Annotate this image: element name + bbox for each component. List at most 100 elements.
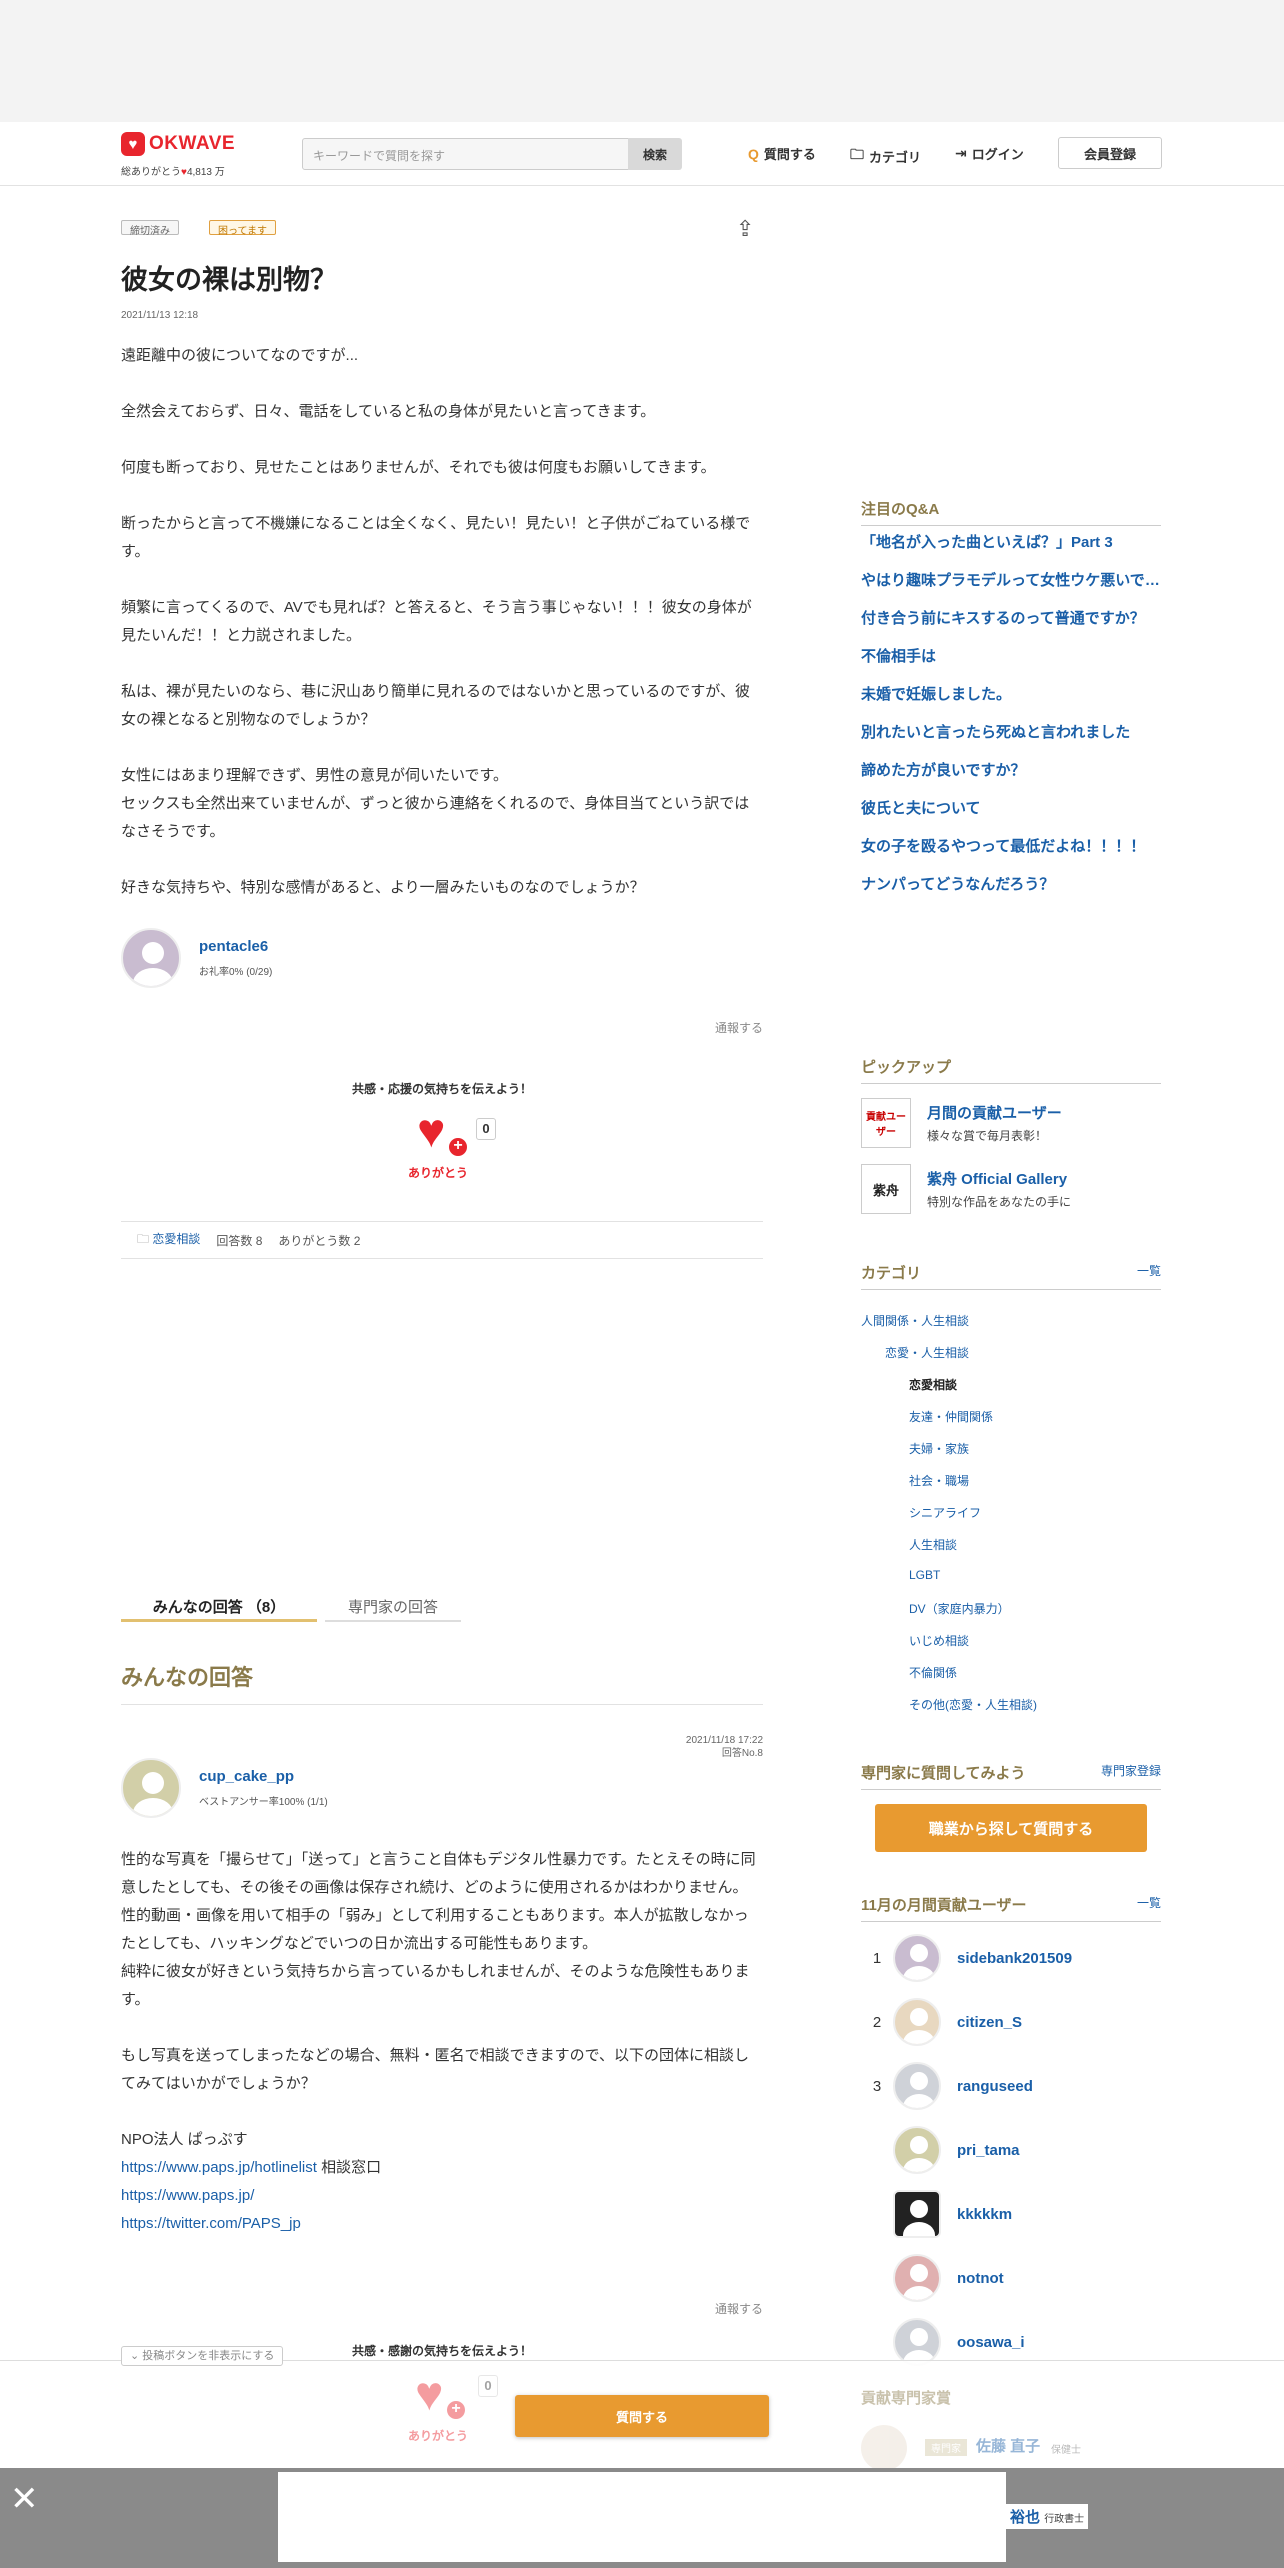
avatar[interactable] xyxy=(893,1998,941,2046)
qa-item[interactable]: 女の子を殴るやつって最低だよね！！！！ xyxy=(861,835,1161,873)
category-title: カテゴリ 一覧 xyxy=(861,1262,1161,1290)
qa-item[interactable]: 「地名が入った曲といえば？」Part 3 xyxy=(861,531,1161,569)
nav-login[interactable]: ⇥ ログイン xyxy=(955,144,1024,163)
avatar[interactable] xyxy=(121,1758,181,1818)
pickup-title: ピックアップ xyxy=(861,1056,1161,1084)
category-item[interactable]: いじめ相談 xyxy=(909,1632,969,1649)
expert2-name[interactable]: 裕也 xyxy=(1010,2509,1040,2526)
nav-login-label: ログイン xyxy=(971,147,1024,162)
ranking-item[interactable]: 3 ranguseed xyxy=(861,2062,1161,2110)
category-item[interactable]: 恋愛・人生相談 xyxy=(885,1344,969,1361)
search-button[interactable]: 検索 xyxy=(628,138,682,170)
rank-name[interactable]: sidebank201509 xyxy=(957,1950,1072,1967)
avatar[interactable] xyxy=(861,2425,907,2471)
pickup-title[interactable]: 月間の貢献ユーザー xyxy=(927,1102,1062,1123)
register-button[interactable]: 会員登録 xyxy=(1058,137,1162,169)
thanks-count: 0 xyxy=(476,1118,496,1140)
question-title: 彼女の裸は別物？ xyxy=(121,265,337,295)
qa-item[interactable]: 未婚で妊娠しました。 xyxy=(861,683,1161,721)
category-item[interactable]: 社会・職場 xyxy=(909,1472,969,1489)
pickup-item[interactable]: 貢献ユーザー 月間の貢献ユーザー 様々な賞で毎月表彰！ xyxy=(861,1098,1161,1148)
avatar[interactable] xyxy=(893,1934,941,1982)
ranking-item[interactable]: notnot xyxy=(861,2254,1161,2302)
category-item[interactable]: LGBT xyxy=(909,1568,940,1582)
thanks-button[interactable]: ♥ + xyxy=(415,2371,467,2421)
ranking-item[interactable]: 2 citizen_S xyxy=(861,1998,1161,2046)
thanks-count: 0 xyxy=(478,2375,498,2397)
find-expert-button[interactable]: 職業から探して質問する xyxy=(875,1804,1147,1852)
pickup-title[interactable]: 紫舟 Official Gallery xyxy=(927,1168,1071,1189)
qa-item[interactable]: 彼氏と夫について xyxy=(861,797,1161,835)
hotline-link[interactable]: https://www.paps.jp/hotlinelist xyxy=(121,2159,317,2176)
thanks-button[interactable]: ♥ + xyxy=(417,1108,469,1158)
avatar[interactable] xyxy=(893,2190,941,2238)
tab-experts[interactable]: 専門家の回答 xyxy=(325,1594,461,1622)
hide-post-button[interactable]: ⌄ 投稿ボタンを非表示にする xyxy=(121,2346,284,2366)
thanks-total: ありがとう数 2 xyxy=(278,1233,361,1248)
category-item[interactable]: シニアライフ xyxy=(909,1504,981,1521)
ranking-more-link[interactable]: 一覧 xyxy=(1137,1894,1161,1911)
rank-name[interactable]: oosawa_i xyxy=(957,2334,1025,2351)
thanks-tagline: 総ありがとう♥4,813 万 xyxy=(121,163,225,178)
answer-date: 2021/11/18 17:22 xyxy=(685,1735,763,1746)
question-paragraph: 断ったからと言って不機嫌になることは全くなく、見たい！見たい！と子供がごねている… xyxy=(121,515,751,560)
rank-name[interactable]: notnot xyxy=(957,2270,1004,2287)
ad-slot[interactable] xyxy=(278,2472,1006,2562)
ranking-item[interactable]: pri_tama xyxy=(861,2126,1161,2174)
pickup-item[interactable]: 紫舟 紫舟 Official Gallery 特別な作品をあなたの手に xyxy=(861,1164,1161,1214)
author-name[interactable]: pentacle6 xyxy=(199,938,272,955)
avatar[interactable] xyxy=(893,2062,941,2110)
expert-register-link[interactable]: 専門家登録 xyxy=(1101,1762,1161,1779)
ranking-title-label: 11月の月間貢献ユーザー xyxy=(861,1897,1027,1914)
ask-question-button[interactable]: 質問する xyxy=(515,2395,769,2437)
category-item[interactable]: DV（家庭内暴力） xyxy=(909,1600,1010,1617)
paps-link[interactable]: https://www.paps.jp/ xyxy=(121,2187,254,2204)
category-link[interactable]: 🗀 恋愛相談 xyxy=(137,1230,200,1251)
category-item[interactable]: 人間関係・人生相談 xyxy=(861,1312,969,1329)
ranking-item[interactable]: 1 sidebank201509 xyxy=(861,1934,1161,1982)
avatar[interactable] xyxy=(893,2126,941,2174)
search-input[interactable]: キーワードで質問を探す xyxy=(302,138,632,170)
share-icon[interactable]: ⇪ xyxy=(736,216,754,242)
question-paragraph: 好きな気持ちや、特別な感情があると、より一層みたいものなのでしょうか？ xyxy=(121,879,645,896)
expert-name[interactable]: 裕也 行政書士 xyxy=(1006,2504,1089,2529)
twitter-link[interactable]: https://twitter.com/PAPS_jp xyxy=(121,2215,301,2232)
ranking-item[interactable]: kkkkkm xyxy=(861,2190,1161,2238)
category-more-link[interactable]: 一覧 xyxy=(1137,1262,1161,1279)
category-link-label[interactable]: 恋愛相談 xyxy=(152,1232,200,1246)
qa-item[interactable]: ナンパってどうなんだろう？ xyxy=(861,873,1161,911)
category-item[interactable]: 夫婦・家族 xyxy=(909,1440,969,1457)
qa-item[interactable]: 諦めた方が良いですか？ xyxy=(861,759,1161,797)
avatar[interactable] xyxy=(893,2254,941,2302)
qa-item[interactable]: 不倫相手は xyxy=(861,645,1161,683)
category-item[interactable]: 友達・仲間関係 xyxy=(909,1408,993,1425)
report-link[interactable]: 通報する xyxy=(715,1019,763,1036)
category-item[interactable]: 人生相談 xyxy=(909,1536,957,1553)
category-item-current[interactable]: 恋愛相談 xyxy=(909,1376,957,1393)
rank-name[interactable]: pri_tama xyxy=(957,2142,1020,2159)
plus-icon: + xyxy=(447,1136,469,1158)
answer-paragraph: 性的な写真を「撮らせて」「送って」と言うこと自体もデジタル性暴力です。たとえその… xyxy=(121,1851,756,2008)
rank-name[interactable]: kkkkkm xyxy=(957,2206,1012,2223)
avatar[interactable] xyxy=(893,2318,941,2366)
rank-name[interactable]: citizen_S xyxy=(957,2014,1022,2031)
avatar[interactable] xyxy=(121,928,181,988)
question-paragraph: 遠距離中の彼についてなのですが... xyxy=(121,347,359,364)
expert-job: 保健士 xyxy=(1051,2445,1081,2456)
nav-category[interactable]: 🗀 カテゴリ xyxy=(850,144,921,168)
okwave-logo[interactable]: ♥ OKWAVE xyxy=(121,132,235,156)
hide-post-label: 投稿ボタンを非表示にする xyxy=(142,2350,275,2362)
close-icon[interactable]: ✕ xyxy=(10,2482,39,2516)
expert-name[interactable]: 佐藤 直子 xyxy=(976,2435,1040,2456)
rank-name[interactable]: ranguseed xyxy=(957,2078,1033,2095)
author-name[interactable]: cup_cake_pp xyxy=(199,1768,328,1785)
qa-item[interactable]: 付き合う前にキスするのって普通ですか？ xyxy=(861,607,1161,645)
category-item[interactable]: その他(恋愛・人生相談) xyxy=(909,1696,1037,1713)
nav-ask[interactable]: Q 質問する xyxy=(748,144,816,163)
report-link[interactable]: 通報する xyxy=(715,2300,763,2317)
qa-item[interactable]: 別れたいと言ったら死ぬと言われました xyxy=(861,721,1161,759)
ranking-item[interactable]: oosawa_i xyxy=(861,2318,1161,2366)
category-item[interactable]: 不倫関係 xyxy=(909,1664,957,1681)
qa-item[interactable]: やはり趣味プラモデルって女性ウケ悪いですか？ xyxy=(861,569,1161,607)
tab-everyone[interactable]: みんなの回答 （8） xyxy=(121,1594,317,1622)
